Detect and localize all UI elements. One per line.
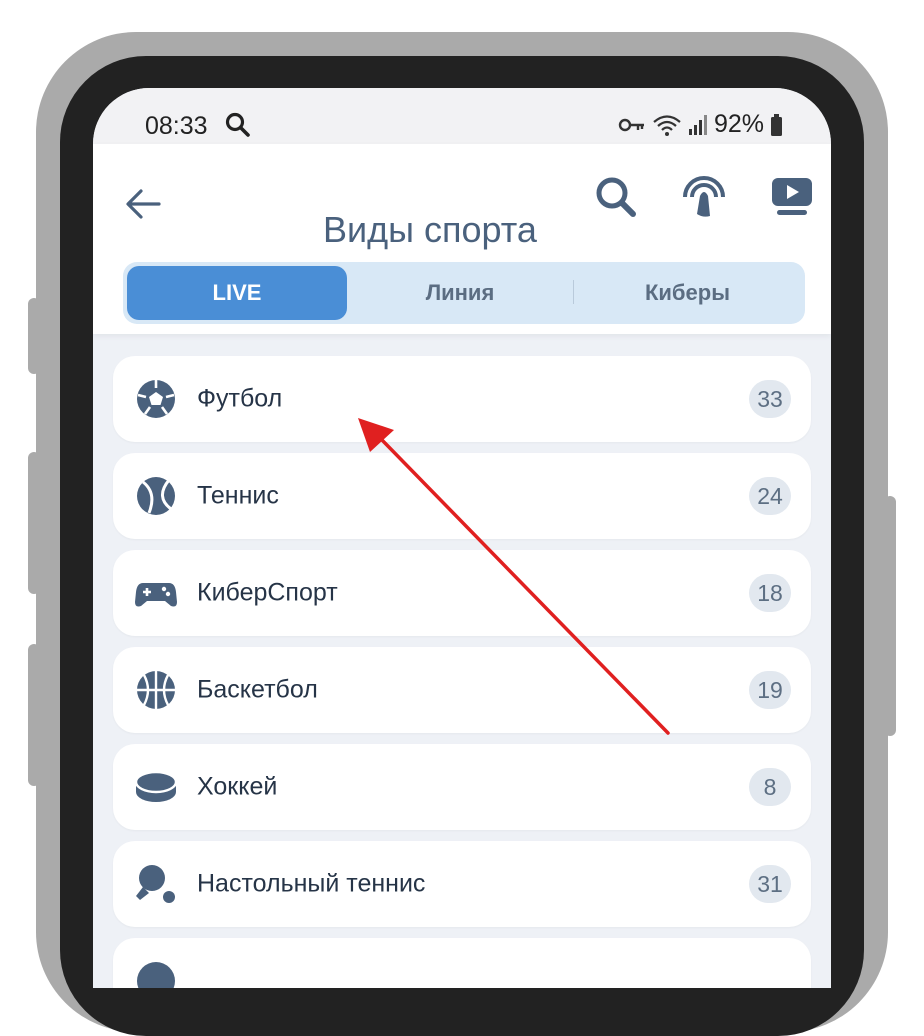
basketball-icon [137,671,175,709]
sport-label: Хоккей [197,772,278,801]
status-search-icon [225,112,250,137]
sport-icon [137,962,175,988]
tab-live[interactable]: LIVE [127,266,347,320]
sport-label: Теннис [197,481,279,510]
sport-label: Настольный теннис [197,869,426,898]
phone-side-button [28,452,40,594]
status-time: 08:33 [145,112,208,140]
event-count-badge: 33 [749,380,791,418]
sport-row-esports[interactable]: КиберСпорт 18 [113,550,811,636]
sport-row-partial[interactable] [113,938,811,988]
live-broadcast-icon[interactable] [681,174,727,220]
signal-icon [688,114,707,135]
tennis-ball-icon [137,477,175,515]
phone-side-button [28,644,40,786]
soccer-ball-icon [137,380,175,418]
sport-label: Баскетбол [197,675,318,704]
status-bar: 08:33 92% [93,88,831,144]
phone-screen: 08:33 92% Виды спорта LIVE Линия Киберы … [93,88,831,988]
ping-pong-icon [136,865,175,903]
event-count-badge: 8 [749,768,791,806]
phone-side-button [28,298,40,374]
status-right: 92% [618,110,783,139]
sport-label: Футбол [197,384,283,413]
sport-mode-tabs: LIVE Линия Киберы [123,262,805,324]
event-count-badge: 18 [749,574,791,612]
tab-esports[interactable]: Киберы [574,266,801,320]
search-icon[interactable] [593,174,639,220]
hockey-puck-icon [135,770,177,802]
sport-row-table-tennis[interactable]: Настольный теннис 31 [113,841,811,927]
gamepad-icon [135,583,177,607]
sport-row-basketball[interactable]: Баскетбол 19 [113,647,811,733]
sport-row-hockey[interactable]: Хоккей 8 [113,744,811,830]
tab-line[interactable]: Линия [347,266,573,320]
vpn-key-icon [618,118,644,131]
wifi-icon [653,114,681,136]
sport-label: КиберСпорт [197,578,338,607]
app-header: Виды спорта LIVE Линия Киберы [93,144,831,334]
battery-icon [771,113,782,136]
video-stream-icon[interactable] [769,174,815,220]
event-count-badge: 24 [749,477,791,515]
battery-percent: 92% [713,110,764,138]
page-title: Виды спорта [323,209,537,250]
sport-row-football[interactable]: Футбол 33 [113,356,811,442]
event-count-badge: 19 [749,671,791,709]
event-count-badge: 31 [749,865,791,903]
phone-side-button [884,496,896,736]
sport-row-tennis[interactable]: Теннис 24 [113,453,811,539]
back-arrow-icon[interactable] [121,182,165,226]
